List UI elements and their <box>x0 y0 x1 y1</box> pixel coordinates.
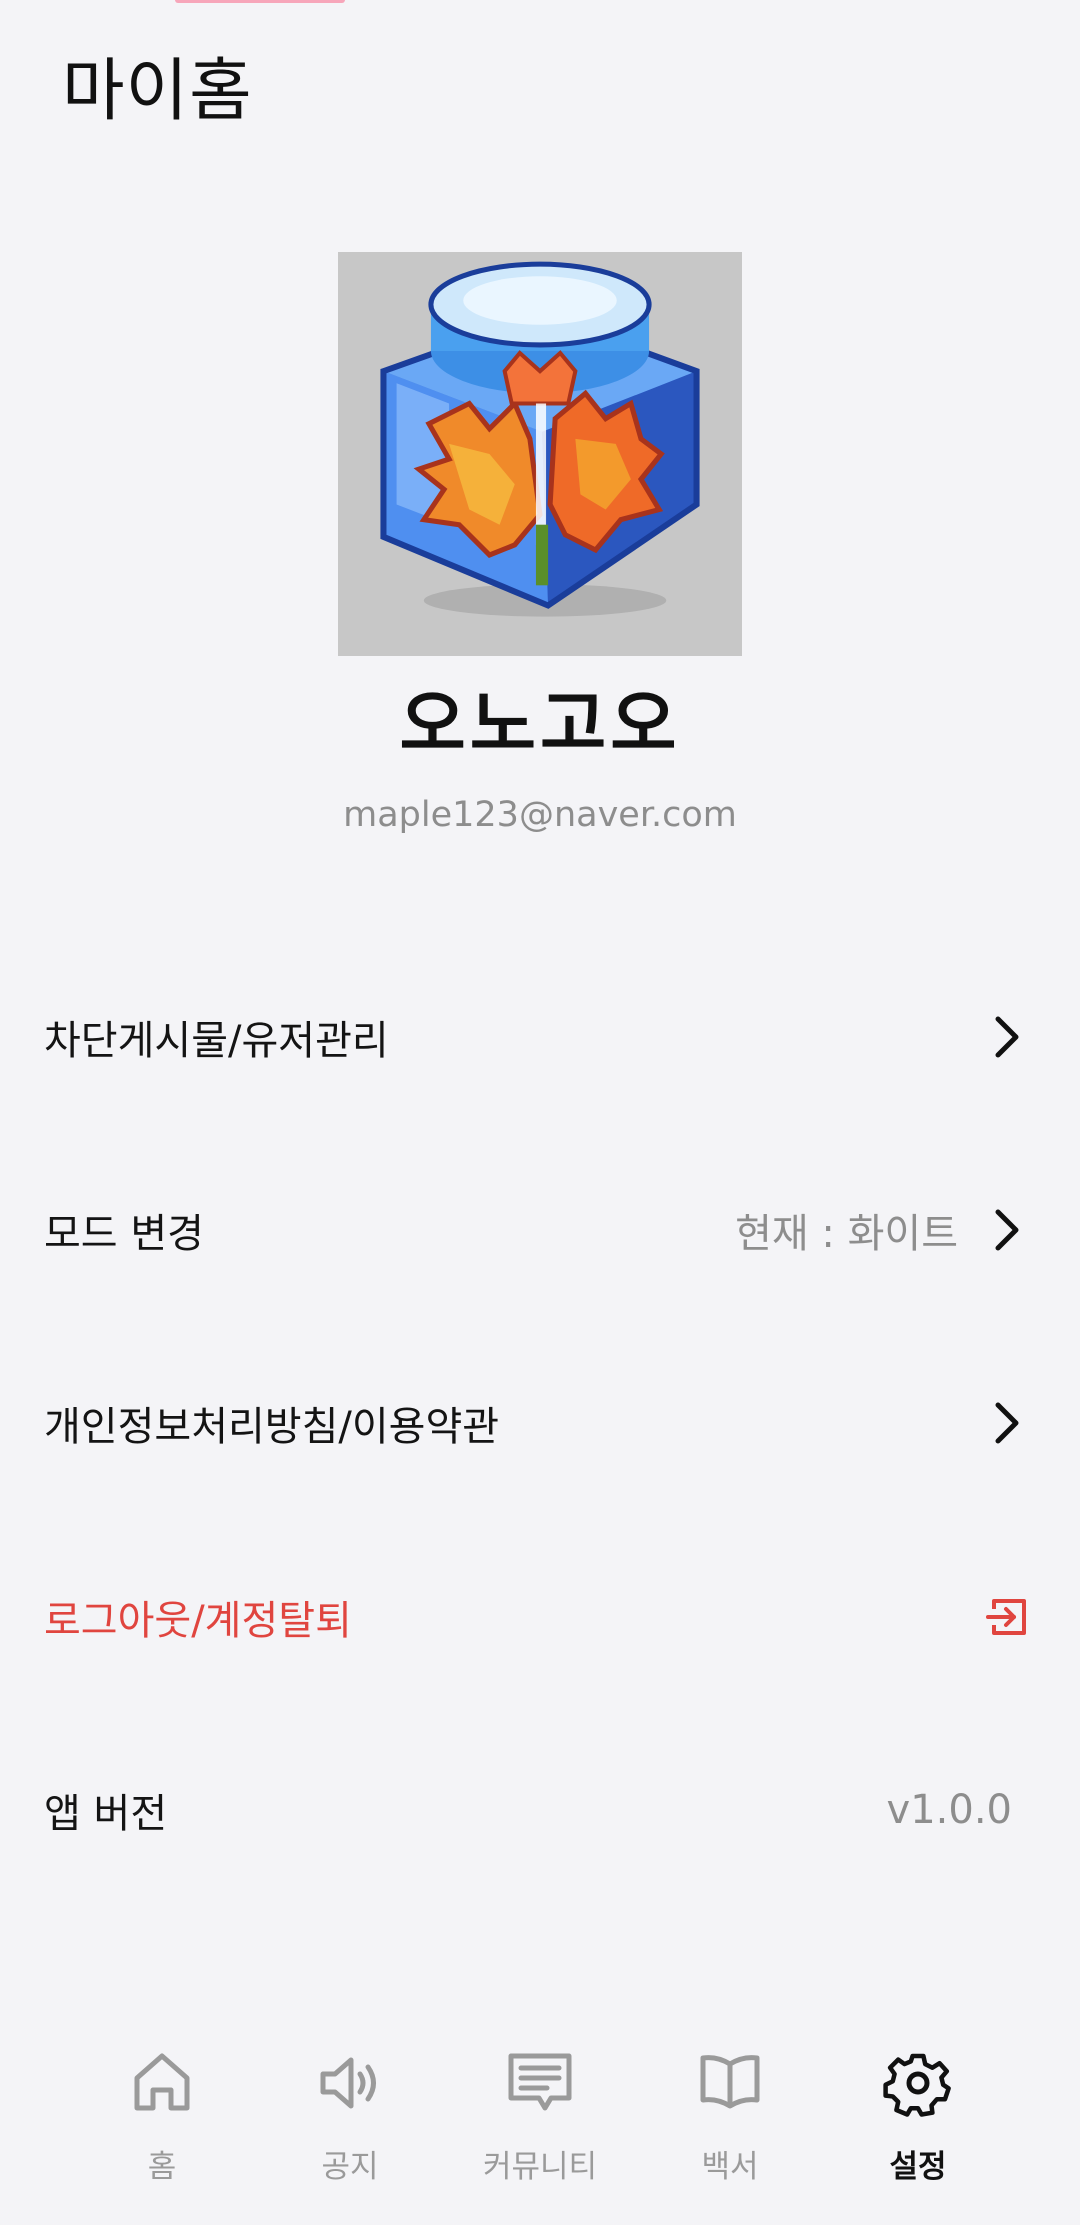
menu-label: 차단게시물/유저관리 <box>44 1018 389 1064</box>
nav-item-notice[interactable]: 공지 <box>260 2030 440 2225</box>
status-indicator <box>175 0 345 3</box>
menu-label: 개인정보처리방침/이용약관 <box>44 1404 500 1450</box>
profile-nickname: 오노고오 <box>399 682 681 766</box>
home-icon <box>134 2053 190 2111</box>
nav-item-whitepaper[interactable]: 백서 <box>640 2030 820 2225</box>
page-title: 마이홈 <box>62 52 253 131</box>
book-icon <box>700 2055 760 2109</box>
menu-block-manage[interactable]: 차단게시물/유저관리 <box>0 977 1080 1097</box>
profile-email: maple123@naver.com <box>343 795 737 835</box>
menu-label: 모드 변경 <box>44 1211 204 1257</box>
menu-label: 로그아웃/계정탈퇴 <box>44 1598 352 1644</box>
bottom-nav: 홈 공지 커뮤니티 백서 설정 <box>0 2030 1080 2225</box>
mode-current-value: 현재 : 화이트 <box>735 1211 958 1257</box>
nav-label: 공지 <box>321 2149 379 2185</box>
avatar[interactable] <box>338 252 742 656</box>
menu-mode-change[interactable]: 모드 변경 현재 : 화이트 <box>0 1170 1080 1290</box>
menu-privacy-terms[interactable]: 개인정보처리방침/이용약관 <box>0 1363 1080 1483</box>
chevron-right-icon <box>995 1402 1019 1444</box>
chevron-right-icon <box>995 1016 1019 1058</box>
app-version-value: v1.0.0 <box>886 1787 1012 1833</box>
nav-label: 홈 <box>147 2149 177 2185</box>
logout-icon <box>986 1599 1026 1635</box>
menu-label: 앱 버전 <box>44 1791 168 1837</box>
maple-leaf-jar-icon <box>380 261 700 617</box>
nav-item-home[interactable]: 홈 <box>72 2030 252 2225</box>
nav-item-settings[interactable]: 설정 <box>828 2030 1008 2225</box>
menu-app-version: 앱 버전 v1.0.0 <box>0 1750 1080 1870</box>
menu-logout[interactable]: 로그아웃/계정탈퇴 <box>0 1557 1080 1677</box>
nav-label: 백서 <box>701 2149 759 2185</box>
chat-icon <box>508 2053 572 2111</box>
chevron-right-icon <box>995 1209 1019 1251</box>
gear-icon <box>883 2053 951 2117</box>
nav-label: 설정 <box>889 2149 947 2185</box>
speaker-icon <box>320 2057 376 2109</box>
nav-label: 커뮤니티 <box>482 2149 598 2185</box>
nav-item-community[interactable]: 커뮤니티 <box>450 2030 630 2225</box>
